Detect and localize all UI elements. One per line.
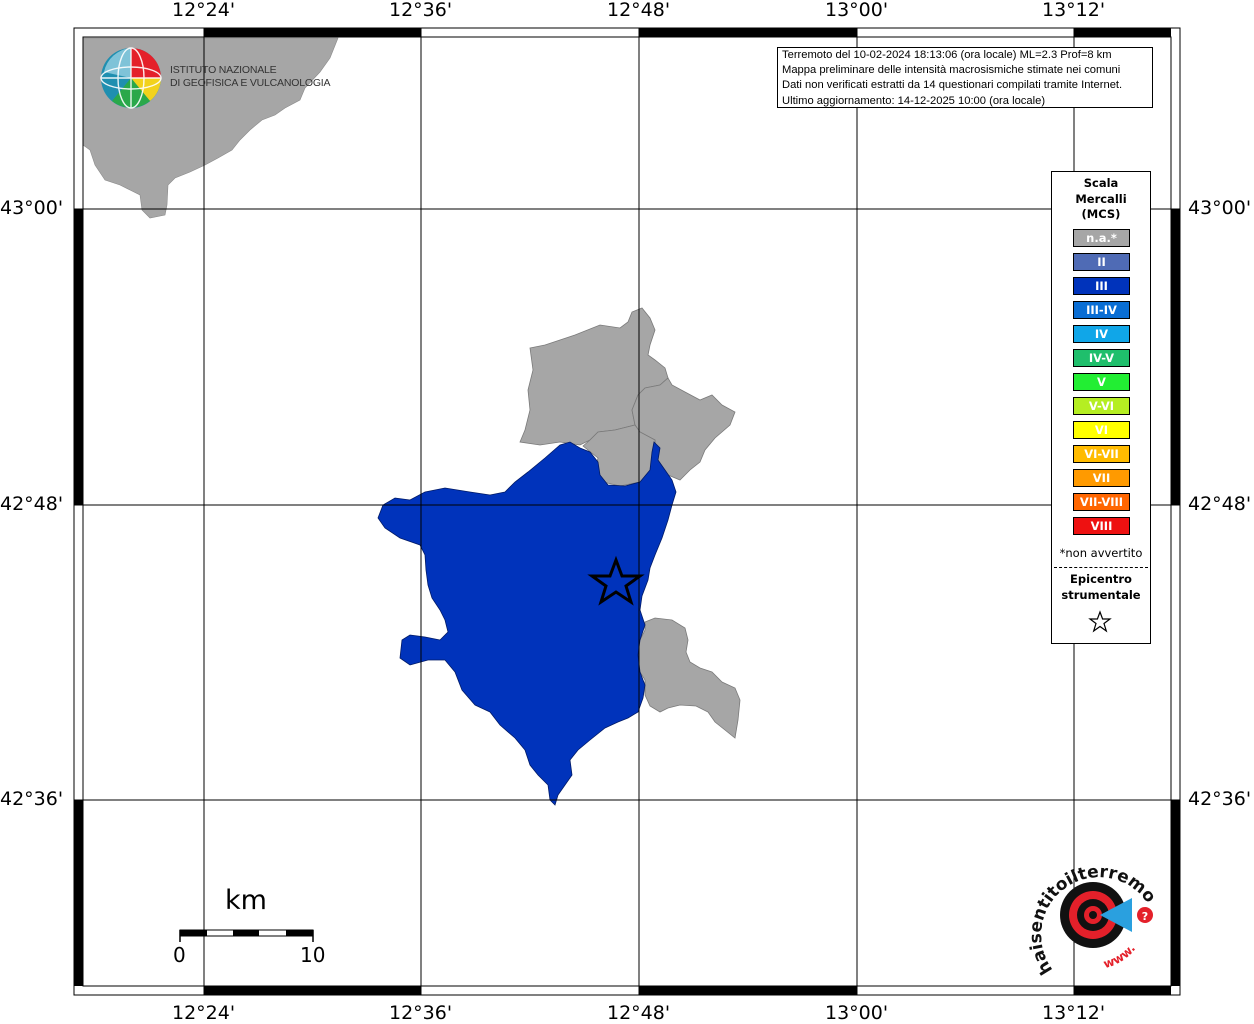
axis-left-label-2: 42°48' — [0, 493, 64, 515]
axis-top-label-2: 12°36' — [389, 0, 453, 21]
axis-bottom-label-1: 12°24' — [172, 1002, 236, 1024]
legend-epicentre-line-2: strumentale — [1061, 587, 1141, 602]
legend-swatch-iv-v: IV-V — [1073, 349, 1130, 367]
haisentito-www-text: www. — [1102, 941, 1138, 971]
svg-text:haisentitoilterremoto.it: haisentitoilterremoto.it — [1020, 840, 1160, 978]
legend-swatch-viii: VIII — [1073, 517, 1130, 535]
legend-swatch-vii: VII — [1073, 469, 1130, 487]
legend-star-icon — [1088, 610, 1112, 633]
axis-top-label-4: 13°00' — [825, 0, 889, 21]
legend-divider — [1054, 567, 1148, 568]
axis-top-label-5: 13°12' — [1042, 0, 1106, 21]
legend-swatch-vi-vii: VI-VII — [1073, 445, 1130, 463]
legend-swatch-n-a: n.a.* — [1073, 229, 1130, 247]
scale-bar-min: 0 — [173, 943, 186, 967]
axis-right-label-2: 42°48' — [1188, 493, 1252, 515]
axis-bottom-label-5: 13°12' — [1042, 1002, 1106, 1024]
axis-right-label-1: 43°00' — [1188, 197, 1252, 219]
legend-title-line-1: Scala — [1083, 176, 1119, 190]
axis-bottom-label-2: 12°36' — [389, 1002, 453, 1024]
axis-top-label-3: 12°48' — [607, 0, 671, 21]
axis-left-label-1: 43°00' — [0, 197, 64, 219]
legend-swatch-vi: VI — [1073, 421, 1130, 439]
info-line-2: Mappa preliminare delle intensità macros… — [782, 64, 1121, 77]
scale-bar-max: 10 — [300, 943, 326, 967]
intensity-legend: Scala Mercalli (MCS) n.a.* II III III-IV IV I… — [1051, 171, 1151, 644]
info-line-4: Ultimo aggiornamento: 14-12-2025 10:00 (… — [782, 94, 1046, 107]
legend-epicentre-line-1: Epicentro — [1070, 572, 1132, 586]
legend-swatch-iv: IV — [1073, 325, 1130, 343]
legend-note: *non avvertito — [1059, 546, 1143, 560]
legend-title-line-3: (MCS) — [1081, 207, 1121, 221]
axis-bottom-label-4: 13°00' — [825, 1002, 889, 1024]
info-line-1: Terremoto del 10-02-2024 18:13:06 (ora l… — [782, 49, 1112, 61]
axis-bottom-label-3: 12°48' — [607, 1002, 671, 1024]
legend-swatch-ii: II — [1073, 253, 1130, 271]
axis-right-label-3: 42°36' — [1188, 788, 1252, 810]
legend-epicentre-label: Epicentro strumentale — [1052, 572, 1150, 603]
earthquake-info-box: Terremoto del 10-02-2024 18:13:06 (ora l… — [777, 47, 1153, 108]
legend-swatch-v: V — [1073, 373, 1130, 391]
info-line-3: Dati non verificati estratti da 14 quest… — [782, 79, 1123, 92]
legend-swatch-v-vi: V-VI — [1073, 397, 1130, 415]
legend-title: Scala Mercalli (MCS) — [1052, 176, 1150, 223]
haisentito-arc-text: haisentitoilterremoto.it — [1020, 840, 1160, 978]
legend-swatch-iii-iv: III-IV — [1073, 301, 1130, 319]
legend-swatch-iii: III — [1073, 277, 1130, 295]
ingv-logo-text: ISTITUTO NAZIONALE DI GEOFISICA E VULCAN… — [170, 64, 331, 89]
svg-text:www.: www. — [1102, 941, 1138, 971]
ingv-line-2: DI GEOFISICA E VULCANOLOGIA — [170, 76, 331, 89]
axis-top-label-1: 12°24' — [172, 0, 236, 21]
scale-bar-unit: km — [225, 885, 267, 916]
scale-bar — [179, 929, 314, 942]
ingv-logo-icon — [100, 47, 162, 109]
macroseismic-map: ? 12°24' 12°36' 12°48' 13°00' 13°12' 12°… — [0, 0, 1254, 1024]
axis-left-label-3: 42°36' — [0, 788, 64, 810]
legend-swatch-vii-viii: VII-VIII — [1073, 493, 1130, 511]
ingv-line-1: ISTITUTO NAZIONALE — [170, 64, 277, 76]
legend-title-line-2: Mercalli — [1075, 191, 1127, 206]
haisentito-logo-text: haisentitoilterremoto.it www. — [1020, 840, 1160, 978]
municipality-intensity-III — [377, 441, 677, 806]
